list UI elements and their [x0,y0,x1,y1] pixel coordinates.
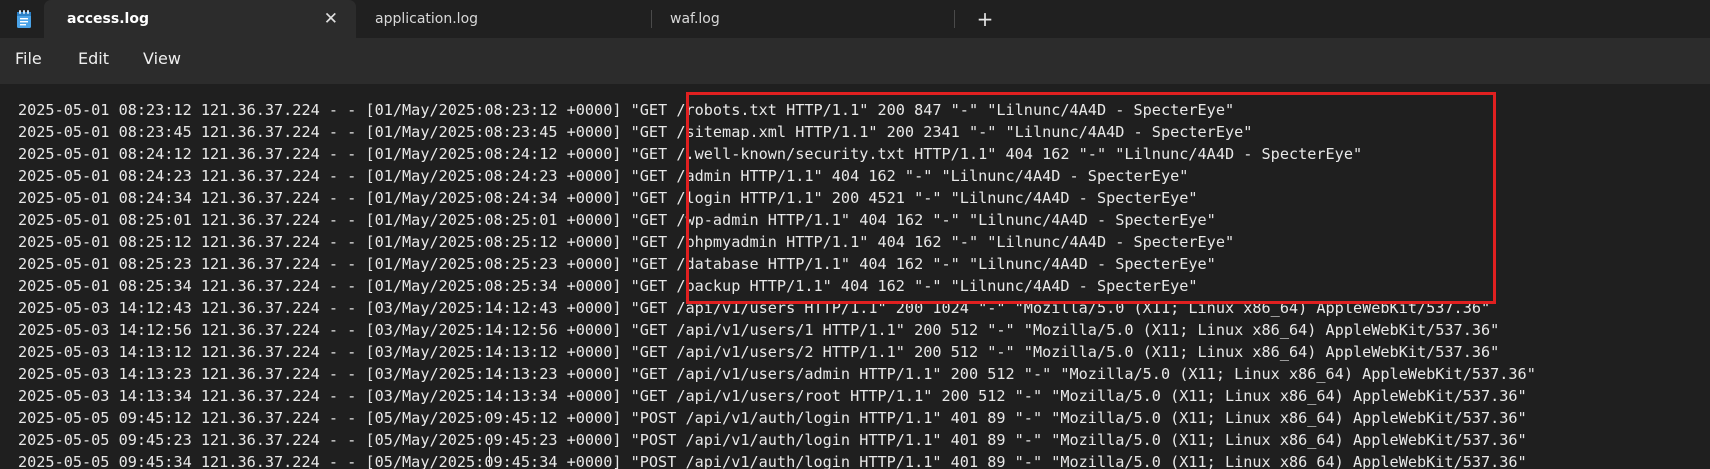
plus-icon[interactable]: + [972,6,998,32]
tab-divider [954,10,955,28]
tab-waf-log[interactable]: waf.log [651,0,954,38]
close-icon[interactable]: ✕ [324,0,338,38]
tab-label: waf.log [670,11,720,27]
log-line: 2025-05-05 09:45:34 121.36.37.224 - - [0… [18,453,1527,469]
menu-bar: File Edit View [0,38,1710,84]
text-editor[interactable]: 2025-05-01 08:23:12 121.36.37.224 - - [0… [0,84,1710,469]
menu-edit[interactable]: Edit [78,49,109,68]
log-line: 2025-05-01 08:25:34 121.36.37.224 - - [0… [18,277,1198,295]
log-line: 2025-05-01 08:25:23 121.36.37.224 - - [0… [18,255,1216,273]
tab-label: access.log [67,11,149,27]
log-line: 2025-05-01 08:24:12 121.36.37.224 - - [0… [18,145,1363,163]
text-cursor [489,447,490,466]
menu-view[interactable]: View [143,49,181,68]
log-line: 2025-05-03 14:13:34 121.36.37.224 - - [0… [18,387,1527,405]
log-line: 2025-05-03 14:13:23 121.36.37.224 - - [0… [18,365,1536,383]
log-line: 2025-05-05 09:45:23 121.36.37.224 - - [0… [18,431,1527,449]
tab-application-log[interactable]: application.log [356,0,651,38]
log-line: 2025-05-03 14:12:43 121.36.37.224 - - [0… [18,299,1491,317]
tab-bar: access.log ✕ application.log waf.log + [0,0,1710,38]
log-line: 2025-05-05 09:45:12 121.36.37.224 - - [0… [18,409,1527,427]
log-line: 2025-05-01 08:25:01 121.36.37.224 - - [0… [18,211,1216,229]
log-line: 2025-05-01 08:23:12 121.36.37.224 - - [0… [18,101,1235,119]
log-line: 2025-05-01 08:24:23 121.36.37.224 - - [0… [18,167,1189,185]
log-line: 2025-05-03 14:12:56 121.36.37.224 - - [0… [18,321,1500,339]
log-line: 2025-05-01 08:23:45 121.36.37.224 - - [0… [18,123,1253,141]
log-line: 2025-05-01 08:25:12 121.36.37.224 - - [0… [18,233,1235,251]
menu-file[interactable]: File [15,49,42,68]
tab-access-log[interactable]: access.log ✕ [44,0,356,38]
log-line: 2025-05-01 08:24:34 121.36.37.224 - - [0… [18,189,1198,207]
log-lines: 2025-05-01 08:23:12 121.36.37.224 - - [0… [18,99,1536,469]
tab-label: application.log [375,11,479,27]
notepad-icon [17,10,31,28]
log-line: 2025-05-03 14:13:12 121.36.37.224 - - [0… [18,343,1500,361]
